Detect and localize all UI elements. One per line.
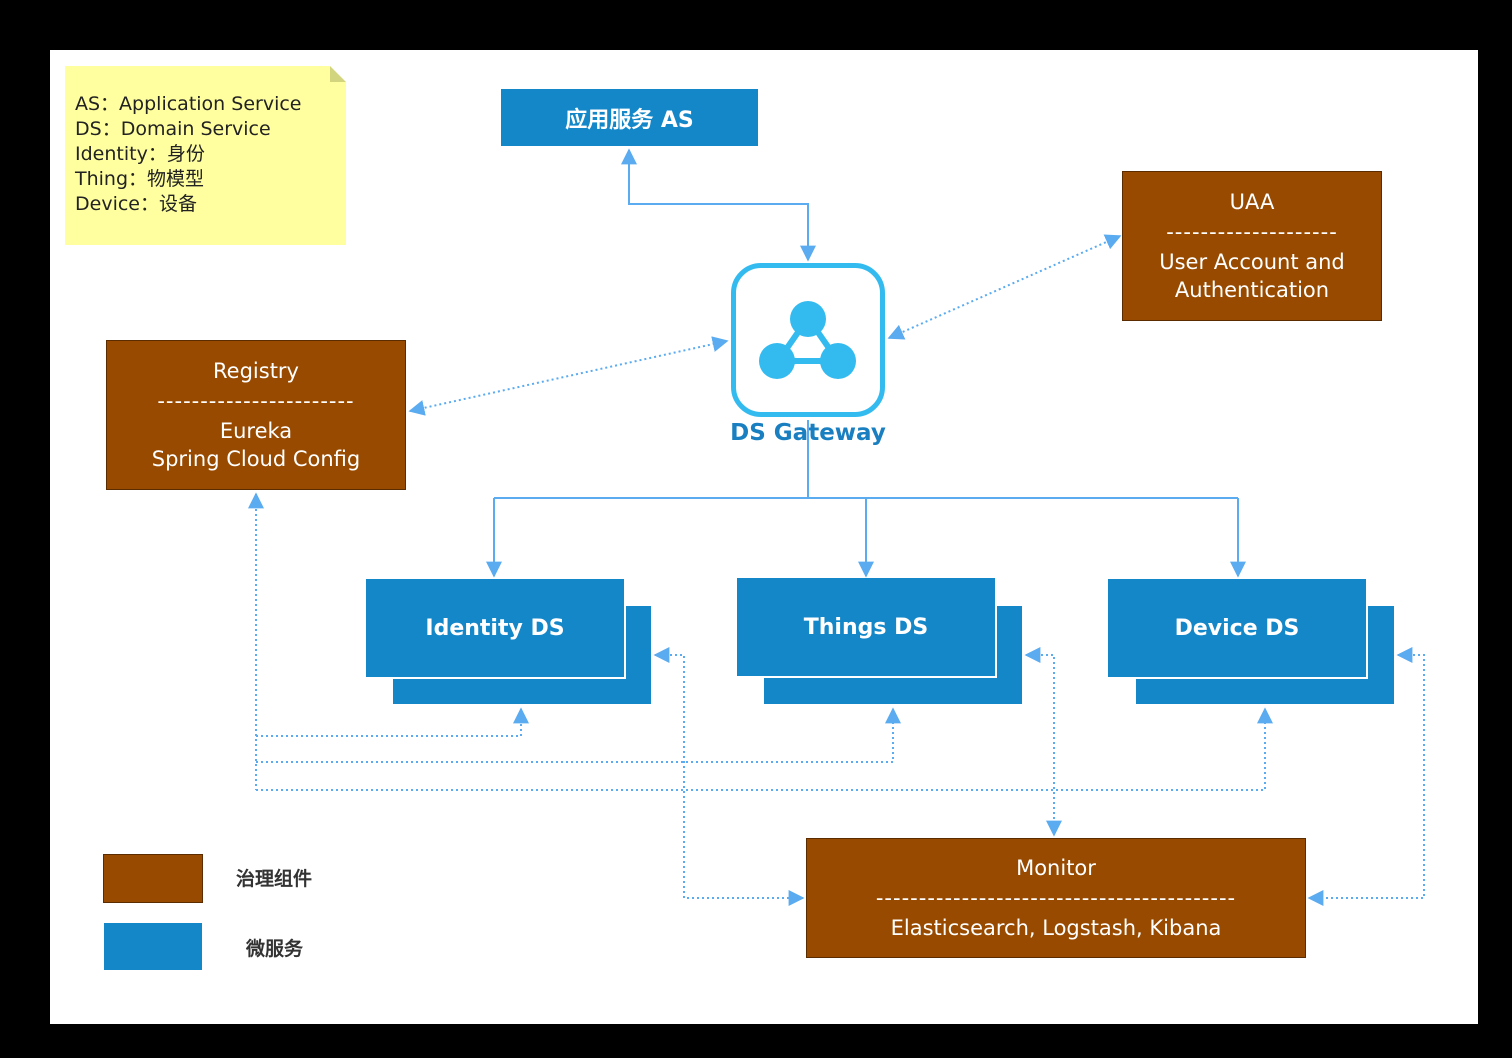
connectors	[248, 148, 1425, 906]
registry-gateway-connector	[408, 336, 729, 416]
gateway-uaa-connector	[887, 234, 1122, 340]
registry-device-connector	[256, 707, 1273, 791]
device-monitor-connector	[1307, 647, 1425, 906]
registry-identity-connector	[256, 707, 529, 737]
as-gateway-connector	[621, 148, 816, 262]
things-monitor-connector	[1024, 647, 1062, 837]
identity-monitor-connector	[653, 647, 805, 906]
gateway-services-trunk	[494, 420, 1238, 499]
